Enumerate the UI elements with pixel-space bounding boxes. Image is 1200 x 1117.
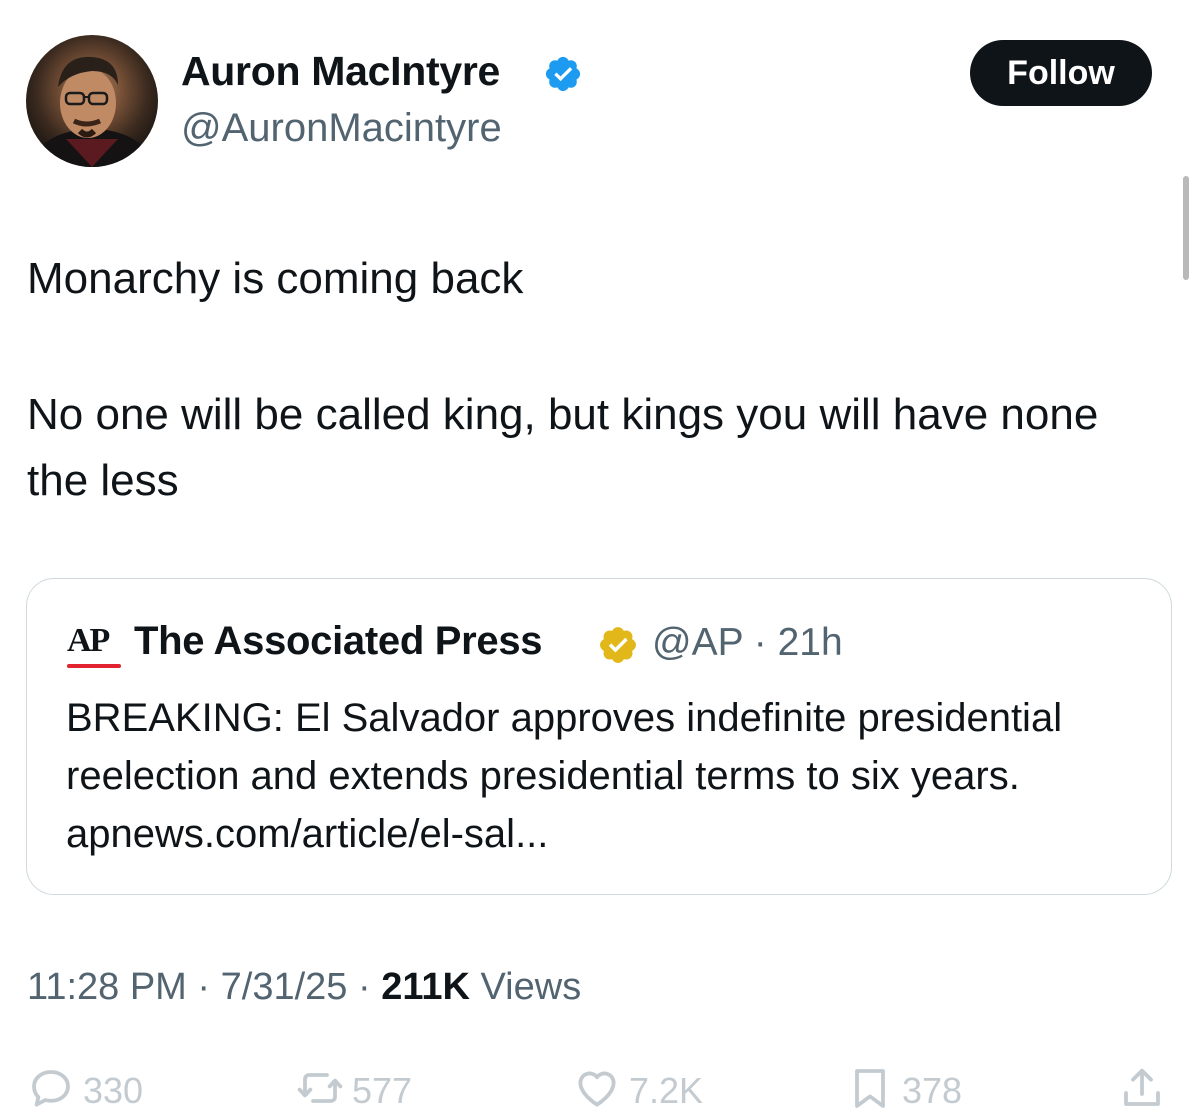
views-label: Views: [480, 966, 582, 1008]
follow-button[interactable]: Follow: [970, 40, 1152, 106]
ap-logo-underline: [67, 664, 121, 668]
repost-icon: [296, 1064, 344, 1117]
meta-separator: ·: [357, 966, 382, 1008]
action-bar: 330 577 7.2K 378: [0, 1060, 1200, 1113]
like-icon: [573, 1064, 621, 1117]
reply-icon: [27, 1064, 75, 1117]
share-icon: [1118, 1064, 1166, 1117]
tweet-text: Monarchy is coming back No one will be c…: [27, 246, 1167, 514]
tweet-paragraph: No one will be called king, but kings yo…: [27, 390, 1099, 505]
verified-badge-icon: [543, 54, 583, 94]
author-handle[interactable]: @AuronMacintyre: [181, 106, 502, 151]
like-button[interactable]: 7.2K: [573, 1064, 703, 1117]
bookmark-icon: [846, 1064, 894, 1117]
ap-logo: AP: [67, 624, 121, 672]
avatar-image: [34, 56, 150, 167]
quoted-tweet-card[interactable]: AP The Associated Press @AP · 21h BREAKI…: [26, 578, 1172, 895]
tweet-time[interactable]: 11:28 PM: [27, 966, 187, 1008]
quoted-tweet-text: BREAKING: El Salvador approves indefinit…: [66, 696, 1063, 856]
meta-separator: ·: [197, 966, 221, 1008]
bookmark-button[interactable]: 378: [846, 1064, 962, 1117]
reply-button[interactable]: 330: [27, 1064, 143, 1117]
quoted-author-name[interactable]: The Associated Press: [134, 619, 543, 664]
bookmark-count: 378: [902, 1069, 963, 1111]
repost-count: 577: [352, 1069, 413, 1111]
share-button[interactable]: [1118, 1064, 1166, 1117]
ap-logo-text: AP: [67, 622, 110, 659]
like-count: 7.2K: [629, 1069, 704, 1111]
tweet-date[interactable]: 7/31/25: [221, 966, 348, 1008]
quoted-handle-time[interactable]: @AP · 21h: [652, 621, 843, 665]
gold-verified-badge-icon: [597, 624, 639, 666]
tweet-meta: 11:28 PM · 7/31/25 · 211K Views: [27, 966, 581, 1009]
tweet-paragraph: Monarchy is coming back: [27, 254, 524, 303]
views-count: 211K: [381, 966, 470, 1008]
author-avatar[interactable]: [26, 35, 158, 167]
scrollbar[interactable]: [1183, 176, 1189, 280]
repost-button[interactable]: 577: [296, 1064, 412, 1117]
reply-count: 330: [83, 1069, 144, 1111]
author-name[interactable]: Auron MacIntyre: [181, 48, 500, 95]
